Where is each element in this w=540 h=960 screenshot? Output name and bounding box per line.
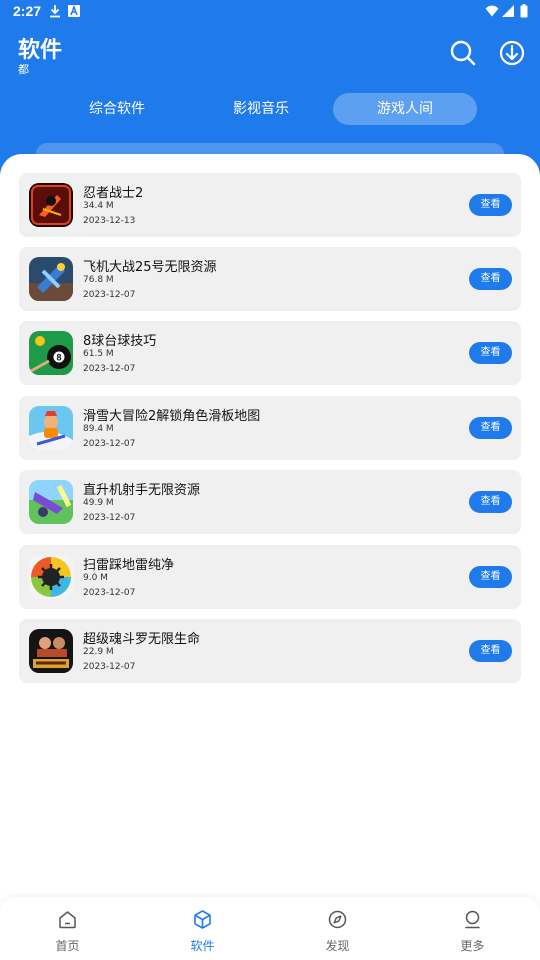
category-tabs: 综合软件 影视音乐 游戏人间 — [0, 93, 540, 125]
nav-more[interactable]: 更多 — [405, 897, 540, 960]
nav-discover[interactable]: 发现 — [270, 897, 405, 960]
app-name: 扫雷踩地雷纯净 — [83, 558, 175, 573]
helicopter-game-icon — [29, 480, 73, 524]
page-subtitle: 都 — [18, 63, 29, 76]
app-date: 2023-12-07 — [83, 588, 136, 598]
list-item[interactable]: 滑雪大冒险2解锁角色滑板地图 89.4 M 2023-12-07 查看 — [19, 396, 521, 460]
view-button[interactable]: 查看 — [469, 342, 512, 364]
wifi-icon — [485, 5, 499, 17]
list-item[interactable]: 忍者战士2 34.4 M 2023-12-13 查看 — [19, 173, 521, 237]
billiards-game-icon: 8 — [29, 331, 73, 375]
ski-game-icon — [29, 406, 73, 450]
status-bar: 2:27 — [0, 0, 540, 24]
app-name: 直升机射手无限资源 — [83, 483, 201, 498]
plane-game-icon — [29, 257, 73, 301]
app-date: 2023-12-07 — [83, 364, 136, 374]
battery-icon — [520, 4, 528, 18]
app-size: 22.9 M — [83, 647, 114, 657]
app-size: 49.9 M — [83, 498, 114, 508]
nav-discover-label: 发现 — [325, 939, 350, 953]
app-name: 飞机大战25号无限资源 — [83, 260, 217, 275]
app-size: 9.0 M — [83, 573, 108, 583]
ninja-game-icon — [29, 183, 73, 227]
svg-text:8: 8 — [56, 353, 61, 363]
tab-video-music[interactable]: 影视音乐 — [190, 93, 332, 125]
list-item[interactable]: 8 8球台球技巧 61.5 M 2023-12-07 查看 — [19, 321, 521, 385]
list-item[interactable]: 飞机大战25号无限资源 76.8 M 2023-12-07 查看 — [19, 247, 521, 311]
app-name: 忍者战士2 — [83, 186, 144, 201]
download-icon[interactable] — [497, 38, 527, 68]
app-size: 76.8 M — [83, 275, 114, 285]
view-button[interactable]: 查看 — [469, 268, 512, 290]
app-size: 34.4 M — [83, 201, 114, 211]
page-title: 软件 — [18, 38, 63, 63]
content-sheet: 忍者战士2 34.4 M 2023-12-13 查看 飞机大战25号无限资源 7… — [0, 154, 540, 960]
app-date: 2023-12-13 — [83, 216, 136, 226]
tab-general-software[interactable]: 综合软件 — [46, 93, 188, 125]
list-item[interactable]: 扫雷踩地雷纯净 9.0 M 2023-12-07 查看 — [19, 545, 521, 609]
app-name: 8球台球技巧 — [83, 334, 157, 349]
contra-game-icon — [29, 629, 73, 673]
profile-icon — [465, 910, 480, 929]
view-button[interactable]: 查看 — [469, 194, 512, 216]
view-button[interactable]: 查看 — [469, 491, 512, 513]
notification-a-icon — [68, 4, 80, 17]
view-button[interactable]: 查看 — [469, 417, 512, 439]
view-button[interactable]: 查看 — [469, 640, 512, 662]
compass-icon — [328, 910, 347, 929]
nav-more-label: 更多 — [460, 939, 485, 953]
app-name: 滑雪大冒险2解锁角色滑板地图 — [83, 409, 261, 424]
download-status-icon — [50, 5, 60, 18]
signal-icon — [502, 5, 514, 17]
app-date: 2023-12-07 — [83, 513, 136, 523]
nav-software[interactable]: 软件 — [135, 897, 270, 960]
app-date: 2023-12-07 — [83, 439, 136, 449]
list-item[interactable]: 超级魂斗罗无限生命 22.9 M 2023-12-07 查看 — [19, 619, 521, 683]
nav-home[interactable]: 首页 — [0, 897, 135, 960]
app-date: 2023-12-07 — [83, 290, 136, 300]
cube-icon — [194, 910, 211, 929]
nav-home-label: 首页 — [55, 939, 80, 953]
app-size: 61.5 M — [83, 349, 114, 359]
nav-software-label: 软件 — [190, 939, 215, 953]
list-item[interactable]: 直升机射手无限资源 49.9 M 2023-12-07 查看 — [19, 470, 521, 534]
search-icon[interactable] — [448, 38, 478, 68]
app-name: 超级魂斗罗无限生命 — [83, 632, 201, 647]
status-time: 2:27 — [13, 3, 42, 19]
app-date: 2023-12-07 — [83, 662, 136, 672]
bottom-navigation: 首页 软件 发现 更多 — [0, 897, 540, 960]
minesweeper-game-icon — [29, 555, 73, 599]
home-icon — [59, 911, 76, 929]
view-button[interactable]: 查看 — [469, 566, 512, 588]
app-size: 89.4 M — [83, 424, 114, 434]
tab-games[interactable]: 游戏人间 — [333, 93, 477, 125]
